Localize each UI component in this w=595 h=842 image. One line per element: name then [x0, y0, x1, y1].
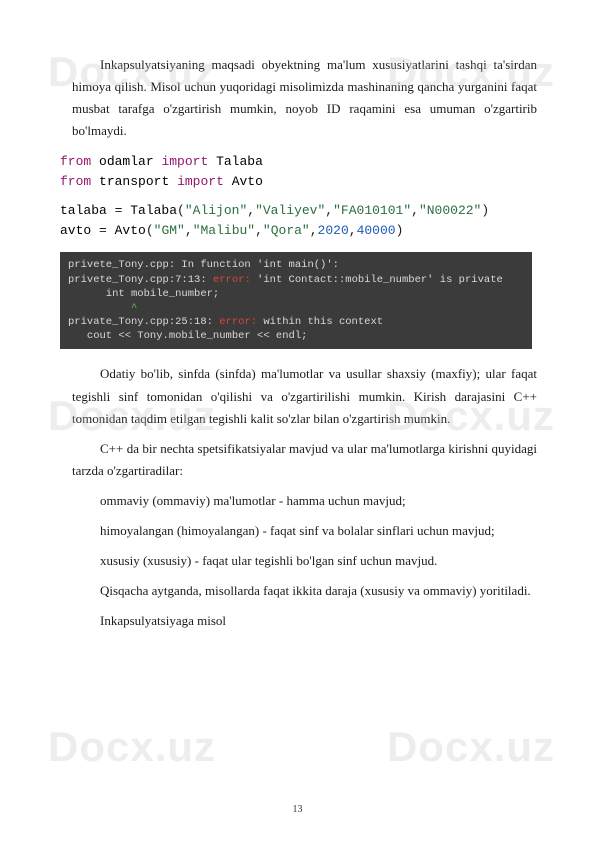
string-literal: "Valiyev"	[255, 203, 325, 218]
call-name: Avto	[115, 223, 146, 238]
var-name: avto	[60, 223, 91, 238]
paragraph-4: ommaviy (ommaviy) ma'lumotlar - hamma uc…	[72, 490, 537, 512]
keyword-from: from	[60, 174, 91, 189]
string-literal: "Malibu"	[193, 223, 255, 238]
keyword-import: import	[161, 154, 208, 169]
string-literal: "GM"	[154, 223, 185, 238]
module-name: odamlar	[99, 154, 154, 169]
terminal-line: privete_Tony.cpp:	[68, 259, 175, 271]
watermark: Docx.uz	[387, 711, 555, 782]
terminal-line: private_Tony.cpp:25:18:	[68, 316, 219, 328]
paragraph-3: C++ da bir nechta spetsifikatsiyalar mav…	[72, 438, 537, 482]
code-block-imports: from odamlar import Talaba from transpor…	[60, 152, 537, 191]
string-literal: "Alijon"	[185, 203, 247, 218]
string-literal: "N00022"	[419, 203, 481, 218]
error-label: error:	[219, 316, 257, 328]
watermark: Docx.uz	[48, 711, 216, 782]
paragraph-6: xususiy (xususiy) - faqat ular tegishli …	[72, 550, 537, 572]
page-number: 13	[0, 801, 595, 818]
paragraph-1: Inkapsulyatsiyaning maqsadi obyektning m…	[72, 54, 537, 142]
paragraph-8: Inkapsulyatsiyaga misol	[72, 610, 537, 632]
terminal-output: privete_Tony.cpp: In function 'int main(…	[60, 252, 532, 349]
terminal-line: In function 'int main()':	[175, 259, 339, 271]
paragraph-5: himoyalangan (himoyalangan) - faqat sinf…	[72, 520, 537, 542]
call-name: Talaba	[130, 203, 177, 218]
paragraph-7: Qisqacha aytganda, misollarda faqat ikki…	[72, 580, 537, 602]
terminal-line: privete_Tony.cpp:7:13:	[68, 274, 213, 286]
class-name: Talaba	[216, 154, 263, 169]
number-literal: 40000	[357, 223, 396, 238]
string-literal: "Qora"	[263, 223, 310, 238]
terminal-line: 'int Contact::mobile_number' is private	[251, 274, 503, 286]
string-literal: "FA010101"	[333, 203, 411, 218]
keyword-from: from	[60, 154, 91, 169]
paragraph-2: Odatiy bo'lib, sinfda (sinfda) ma'lumotl…	[72, 363, 537, 429]
var-name: talaba	[60, 203, 107, 218]
module-name: transport	[99, 174, 169, 189]
class-name: Avto	[232, 174, 263, 189]
keyword-import: import	[177, 174, 224, 189]
terminal-line: int mobile_number;	[68, 288, 219, 300]
error-label: error:	[213, 274, 251, 286]
code-block-assign: talaba = Talaba("Alijon","Valiyev","FA01…	[60, 201, 537, 240]
terminal-line: within this context	[257, 316, 383, 328]
number-literal: 2020	[318, 223, 349, 238]
terminal-line: cout << Tony.mobile_number << endl;	[68, 330, 307, 342]
caret-marker: ^	[68, 302, 137, 314]
